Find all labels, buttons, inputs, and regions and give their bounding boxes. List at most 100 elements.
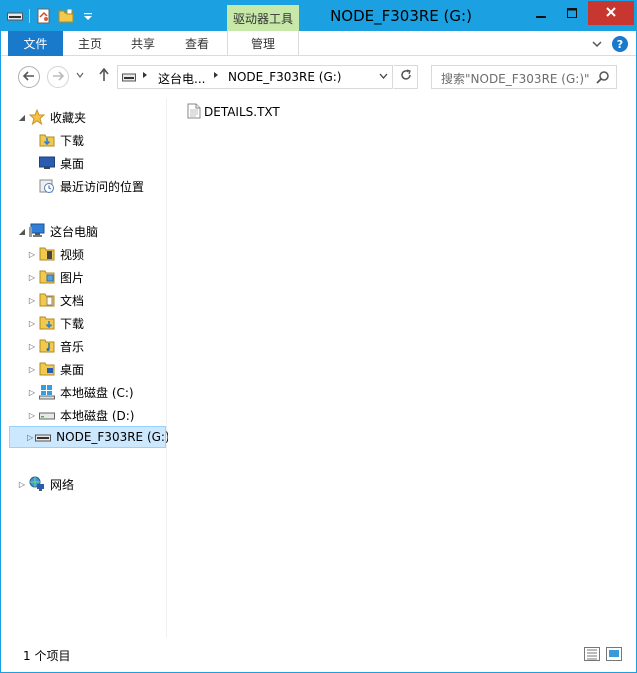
tree-label: 图片: [60, 270, 85, 285]
up-arrow-icon: [99, 67, 109, 86]
chevron-right-icon[interactable]: [142, 70, 148, 83]
tree-item-desktop-pc[interactable]: ▷ 桌面: [27, 358, 84, 380]
videos-folder-icon: [39, 246, 55, 262]
properties-icon[interactable]: [36, 8, 52, 24]
tree-item-drive-g[interactable]: ▷ NODE_F303RE (G:): [9, 426, 170, 448]
search-box[interactable]: 搜索"NODE_F303RE (G:)": [431, 65, 617, 89]
search-icon[interactable]: [596, 70, 610, 84]
help-icon[interactable]: ?: [612, 36, 628, 52]
chevron-right-icon[interactable]: [213, 70, 219, 83]
collapsed-arrow-icon[interactable]: ▷: [27, 433, 33, 442]
tree-item-recent-places[interactable]: 最近访问的位置: [27, 175, 144, 197]
tree-item-music[interactable]: ▷ 音乐: [27, 335, 84, 357]
tree-item-desktop[interactable]: 桌面: [27, 152, 84, 174]
window-title: NODE_F303RE (G:): [330, 7, 472, 25]
recent-locations-dropdown[interactable]: [76, 71, 84, 80]
tree-item-favorites[interactable]: ◢ 收藏夹: [17, 106, 86, 128]
star-icon: [29, 109, 45, 125]
breadcrumb-current-drive[interactable]: NODE_F303RE (G:): [228, 70, 342, 84]
tree-label: 桌面: [60, 156, 85, 171]
status-bar: 1 个项目: [1, 641, 636, 672]
file-name: DETAILS.TXT: [204, 105, 280, 119]
breadcrumb-this-pc[interactable]: 这台电...: [158, 70, 205, 87]
tree-label: 视频: [60, 247, 85, 262]
collapsed-arrow-icon[interactable]: ▷: [27, 319, 37, 328]
tab-view[interactable]: 查看: [173, 31, 221, 56]
recent-places-icon: [39, 178, 55, 194]
toolbar-divider: [29, 9, 30, 23]
tree-item-pictures[interactable]: ▷ 图片: [27, 266, 84, 288]
tree-label: 文档: [60, 293, 85, 308]
back-button[interactable]: [18, 66, 40, 88]
collapsed-arrow-icon[interactable]: ▷: [17, 480, 27, 489]
computer-icon: [29, 223, 45, 239]
forward-button[interactable]: [47, 66, 69, 88]
removable-drive-icon: [35, 429, 52, 445]
refresh-button[interactable]: [394, 65, 418, 89]
tree-item-documents[interactable]: ▷ 文档: [27, 289, 84, 311]
downloads-folder-icon: [39, 315, 55, 331]
tab-file[interactable]: 文件: [8, 31, 63, 56]
large-icons-view-icon[interactable]: [606, 647, 622, 661]
refresh-icon: [400, 69, 412, 85]
search-placeholder: 搜索"NODE_F303RE (G:)": [441, 72, 590, 86]
tree-label: 音乐: [60, 339, 85, 354]
navigation-bar: 这台电... NODE_F303RE (G:) 搜索"NODE_F303RE (…: [1, 57, 636, 97]
chevron-down-icon[interactable]: [379, 72, 388, 82]
close-icon: [606, 5, 616, 21]
tree-label: NODE_F303RE (G:): [56, 430, 170, 444]
drive-icon: [122, 71, 136, 83]
collapsed-arrow-icon[interactable]: ▷: [27, 342, 37, 351]
close-button[interactable]: [588, 1, 634, 25]
tree-item-drive-d[interactable]: ▷ 本地磁盘 (D:): [27, 404, 135, 426]
collapsed-arrow-icon[interactable]: ▷: [27, 296, 37, 305]
tree-label: 收藏夹: [50, 110, 87, 125]
music-folder-icon: [39, 338, 55, 354]
collapsed-arrow-icon[interactable]: ▷: [27, 365, 37, 374]
collapsed-arrow-icon[interactable]: ▷: [27, 388, 37, 397]
desktop-folder-icon: [39, 361, 55, 377]
desktop-icon: [39, 155, 55, 171]
item-count: 1 个项目: [23, 649, 71, 663]
minimize-button[interactable]: [526, 1, 556, 25]
collapsed-arrow-icon[interactable]: ▷: [27, 250, 37, 259]
downloads-folder-icon: [39, 132, 55, 148]
collapsed-arrow-icon[interactable]: ▷: [27, 273, 37, 282]
back-arrow-icon: [22, 70, 35, 84]
maximize-button[interactable]: [557, 1, 587, 25]
title-bar[interactable]: 驱动器工具 NODE_F303RE (G:): [1, 1, 636, 31]
documents-folder-icon: [39, 292, 55, 308]
drive-icon[interactable]: [7, 8, 23, 24]
expanded-arrow-icon[interactable]: ◢: [17, 227, 27, 236]
file-list[interactable]: DETAILS.TXT: [168, 98, 635, 638]
tree-item-downloads-pc[interactable]: ▷ 下载: [27, 312, 84, 334]
tree-item-network[interactable]: ▷ 网络: [17, 473, 74, 495]
tree-item-videos[interactable]: ▷ 视频: [27, 243, 84, 265]
tree-label: 网络: [50, 477, 75, 492]
collapsed-arrow-icon[interactable]: ▷: [27, 411, 37, 420]
text-file-icon: [187, 103, 201, 122]
tab-home[interactable]: 主页: [67, 31, 113, 56]
tree-label: 桌面: [60, 362, 85, 377]
quick-access-toolbar: [7, 8, 96, 24]
up-button[interactable]: [97, 67, 111, 86]
view-switcher: [584, 647, 622, 661]
address-bar[interactable]: 这台电... NODE_F303RE (G:): [117, 65, 393, 89]
pictures-folder-icon: [39, 269, 55, 285]
customize-toolbar-icon[interactable]: [80, 8, 96, 24]
tree-label: 本地磁盘 (C:): [60, 385, 134, 400]
tab-share[interactable]: 共享: [119, 31, 167, 56]
drive-icon: [39, 407, 55, 423]
expand-ribbon-icon[interactable]: [592, 37, 602, 51]
ribbon-tabs: 文件 主页 共享 查看 管理 ?: [1, 31, 636, 56]
forward-arrow-icon: [52, 70, 65, 84]
tree-item-this-pc[interactable]: ◢ 这台电脑: [17, 220, 98, 242]
new-folder-icon[interactable]: [58, 8, 74, 24]
details-view-icon[interactable]: [584, 647, 600, 661]
tree-label: 这台电脑: [50, 224, 99, 239]
tab-manage[interactable]: 管理: [227, 31, 299, 56]
file-item[interactable]: DETAILS.TXT: [187, 102, 280, 122]
expanded-arrow-icon[interactable]: ◢: [17, 113, 27, 122]
tree-item-drive-c[interactable]: ▷ 本地磁盘 (C:): [27, 381, 134, 403]
tree-item-downloads[interactable]: 下载: [27, 129, 84, 151]
